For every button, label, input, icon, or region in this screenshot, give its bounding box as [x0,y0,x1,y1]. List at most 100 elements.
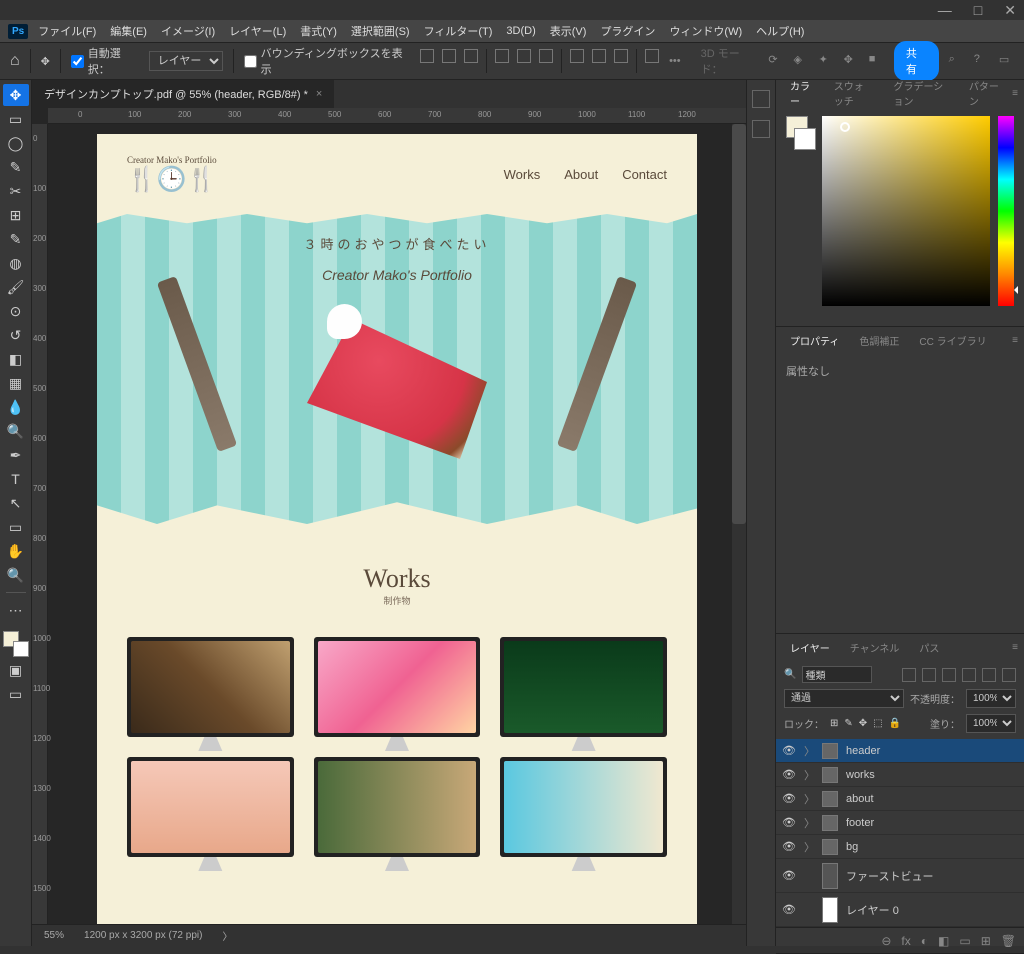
visibility-icon[interactable]: 👁 [782,840,796,853]
lasso-tool[interactable]: ◯ [3,132,29,154]
home-button[interactable]: ⌂ [10,52,20,70]
align-icon[interactable] [420,49,434,63]
visibility-icon[interactable]: 👁 [782,816,796,829]
lock-icon[interactable]: ✎ [844,718,852,729]
layer-row[interactable]: 👁〉footer [776,811,1024,835]
new-layer-icon[interactable]: ⊞ [981,934,991,948]
tab-libraries[interactable]: CC ライブラリ [911,329,994,352]
crop-tool[interactable]: ✂ [3,180,29,202]
tab-gradients[interactable]: グラデーション [885,74,956,112]
expand-icon[interactable]: 〉 [804,743,814,759]
layer-row[interactable]: 👁ファーストビュー [776,859,1024,893]
tab-swatches[interactable]: スウォッチ [826,74,882,112]
screen-mode[interactable]: ▭ [3,683,29,705]
maximize-button[interactable]: □ [974,2,982,18]
zoom-level[interactable]: 55% [44,930,64,941]
panel-icon[interactable] [752,120,770,138]
visibility-icon[interactable]: 👁 [782,792,796,805]
brush-tool[interactable]: 🖌 [3,276,29,298]
lock-icon[interactable]: 🔒 [889,718,901,729]
expand-icon[interactable]: 〉 [804,767,814,783]
distribute-icon[interactable] [570,49,584,63]
opacity-input[interactable]: 100% [966,689,1016,708]
hand-tool[interactable]: ✋ [3,540,29,562]
fill-input[interactable]: 100% [966,714,1016,733]
align-icon[interactable] [517,49,531,63]
stamp-tool[interactable]: ⊙ [3,300,29,322]
lock-icon[interactable]: ✥ [859,718,867,729]
tab-properties[interactable]: プロパティ [782,329,847,352]
collapsed-panels[interactable] [746,80,776,946]
ruler-horizontal[interactable]: 0100200300400500600700800900100011001200 [48,108,746,124]
menu-edit[interactable]: 編集(E) [106,23,151,39]
adjustment-icon[interactable]: ◧ [938,934,949,948]
layer-name[interactable]: header [846,745,880,757]
eraser-tool[interactable]: ◧ [3,348,29,370]
visibility-icon[interactable]: 👁 [782,903,796,916]
hue-slider[interactable] [998,116,1014,306]
help-icon[interactable]: ? [974,53,989,69]
move-tool-icon[interactable]: ✥ [41,55,50,68]
visibility-icon[interactable]: 👁 [782,768,796,781]
pen-tool[interactable]: ✒ [3,444,29,466]
eyedropper-tool[interactable]: ✎ [3,228,29,250]
tab-patterns[interactable]: パターン [961,74,1008,112]
canvas-area[interactable]: Creator Mako's Portfolio 🍴🕒🍴 Works About… [48,124,746,924]
auto-select-dropdown[interactable]: レイヤー [149,51,223,71]
filter-icon[interactable] [902,668,916,682]
align-icon[interactable] [464,49,478,63]
align-icon[interactable] [539,49,553,63]
layer-name[interactable]: footer [846,817,874,829]
link-layers-icon[interactable]: ⊖ [881,934,891,948]
fg-bg-swatch[interactable] [786,116,814,316]
lock-icon[interactable]: ⬚ [873,718,882,729]
dodge-tool[interactable]: 🔍 [3,420,29,442]
layer-filter-input[interactable] [802,666,872,683]
zoom-tool[interactable]: 🔍 [3,564,29,586]
layer-row[interactable]: 👁〉works [776,763,1024,787]
blend-mode-dropdown[interactable]: 通過 [784,689,904,708]
wand-tool[interactable]: ✎ [3,156,29,178]
layer-name[interactable]: bg [846,841,858,853]
filter-icon[interactable] [922,668,936,682]
tab-layers[interactable]: レイヤー [782,636,838,659]
visibility-icon[interactable]: 👁 [782,744,796,757]
lock-icon[interactable]: ⊞ [830,718,838,729]
shape-tool[interactable]: ▭ [3,516,29,538]
path-tool[interactable]: ↖ [3,492,29,514]
delete-icon[interactable]: 🗑 [1001,934,1016,948]
move-tool[interactable]: ✥ [3,84,29,106]
history-brush-tool[interactable]: ↺ [3,324,29,346]
align-icon[interactable] [442,49,456,63]
vertical-scrollbar[interactable] [732,124,746,924]
menu-window[interactable]: ウィンドウ(W) [665,23,746,39]
menu-file[interactable]: ファイル(F) [34,23,100,39]
workspace-icon[interactable]: ▭ [999,53,1014,69]
search-icon[interactable]: ⌕ [949,53,964,69]
tab-channels[interactable]: チャンネル [842,636,908,659]
tab-paths[interactable]: パス [911,636,947,659]
panel-menu-icon[interactable]: ≡ [1012,88,1018,99]
more-icon[interactable] [645,49,659,63]
marquee-tool[interactable]: ▭ [3,108,29,130]
edit-toolbar[interactable]: ⋯ [3,599,29,621]
close-button[interactable]: ✕ [1004,2,1016,19]
menu-3d[interactable]: 3D(D) [502,25,539,37]
mask-mode[interactable]: ▣ [3,659,29,681]
mask-icon[interactable]: ◐ [921,934,928,948]
menu-plugins[interactable]: プラグイン [596,23,659,39]
frame-tool[interactable]: ⊞ [3,204,29,226]
menu-help[interactable]: ヘルプ(H) [752,23,808,39]
type-tool[interactable]: T [3,468,29,490]
distribute-icon[interactable] [614,49,628,63]
minimize-button[interactable]: — [938,2,952,18]
filter-icon[interactable] [942,668,956,682]
layer-name[interactable]: about [846,793,874,805]
menu-filter[interactable]: フィルター(T) [420,23,497,39]
fx-icon[interactable]: fx [901,934,910,948]
auto-select-checkbox[interactable]: 自動選択： [71,45,139,77]
filter-toggle[interactable] [1002,668,1016,682]
close-tab-icon[interactable]: × [316,88,322,100]
bbox-checkbox[interactable]: バウンディングボックスを表示 [244,45,404,77]
expand-icon[interactable]: 〉 [804,791,814,807]
